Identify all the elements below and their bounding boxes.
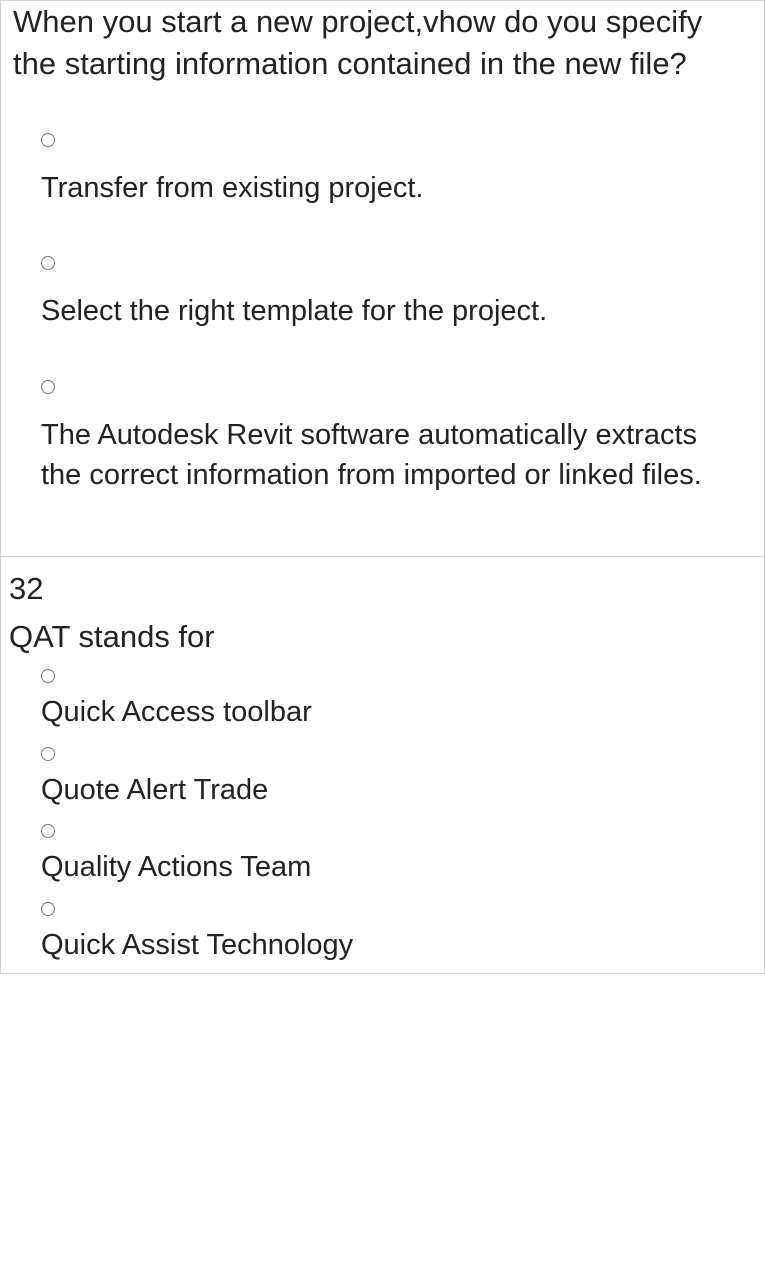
radio-option-4[interactable] — [41, 902, 55, 916]
radio-option-2[interactable] — [41, 747, 55, 761]
question-2-number: 32 — [1, 557, 764, 613]
radio-option-3[interactable] — [41, 824, 55, 838]
option-label: Quick Assist Technology — [41, 925, 724, 974]
option-label: Quote Alert Trade — [41, 770, 724, 819]
radio-option-1[interactable] — [41, 669, 55, 683]
question-2-text: QAT stands for — [1, 613, 764, 659]
option-item: Quality Actions Team — [1, 824, 764, 896]
radio-option-3[interactable] — [41, 380, 55, 394]
option-item: Quick Assist Technology — [1, 902, 764, 974]
question-1-block: When you start a new project,vhow do you… — [0, 0, 765, 557]
option-item: The Autodesk Revit software automaticall… — [1, 332, 764, 496]
question-1-text: When you start a new project,vhow do you… — [1, 1, 764, 85]
option-label: Transfer from existing project. — [41, 168, 724, 209]
radio-option-1[interactable] — [41, 133, 55, 147]
option-item: Select the right template for the projec… — [1, 208, 764, 332]
option-label: Quality Actions Team — [41, 847, 724, 896]
question-2-options: Quick Access toolbar Quote Alert Trade Q… — [1, 659, 764, 973]
option-item: Quick Access toolbar — [1, 669, 764, 741]
option-label: Quick Access toolbar — [41, 692, 724, 741]
question-2-block: 32 QAT stands for Quick Access toolbar Q… — [0, 557, 765, 974]
option-label: Select the right template for the projec… — [41, 291, 724, 332]
option-label: The Autodesk Revit software automaticall… — [41, 415, 724, 496]
option-item: Transfer from existing project. — [1, 85, 764, 209]
radio-option-2[interactable] — [41, 256, 55, 270]
question-1-options: Transfer from existing project. Select t… — [1, 85, 764, 556]
option-item: Quote Alert Trade — [1, 747, 764, 819]
